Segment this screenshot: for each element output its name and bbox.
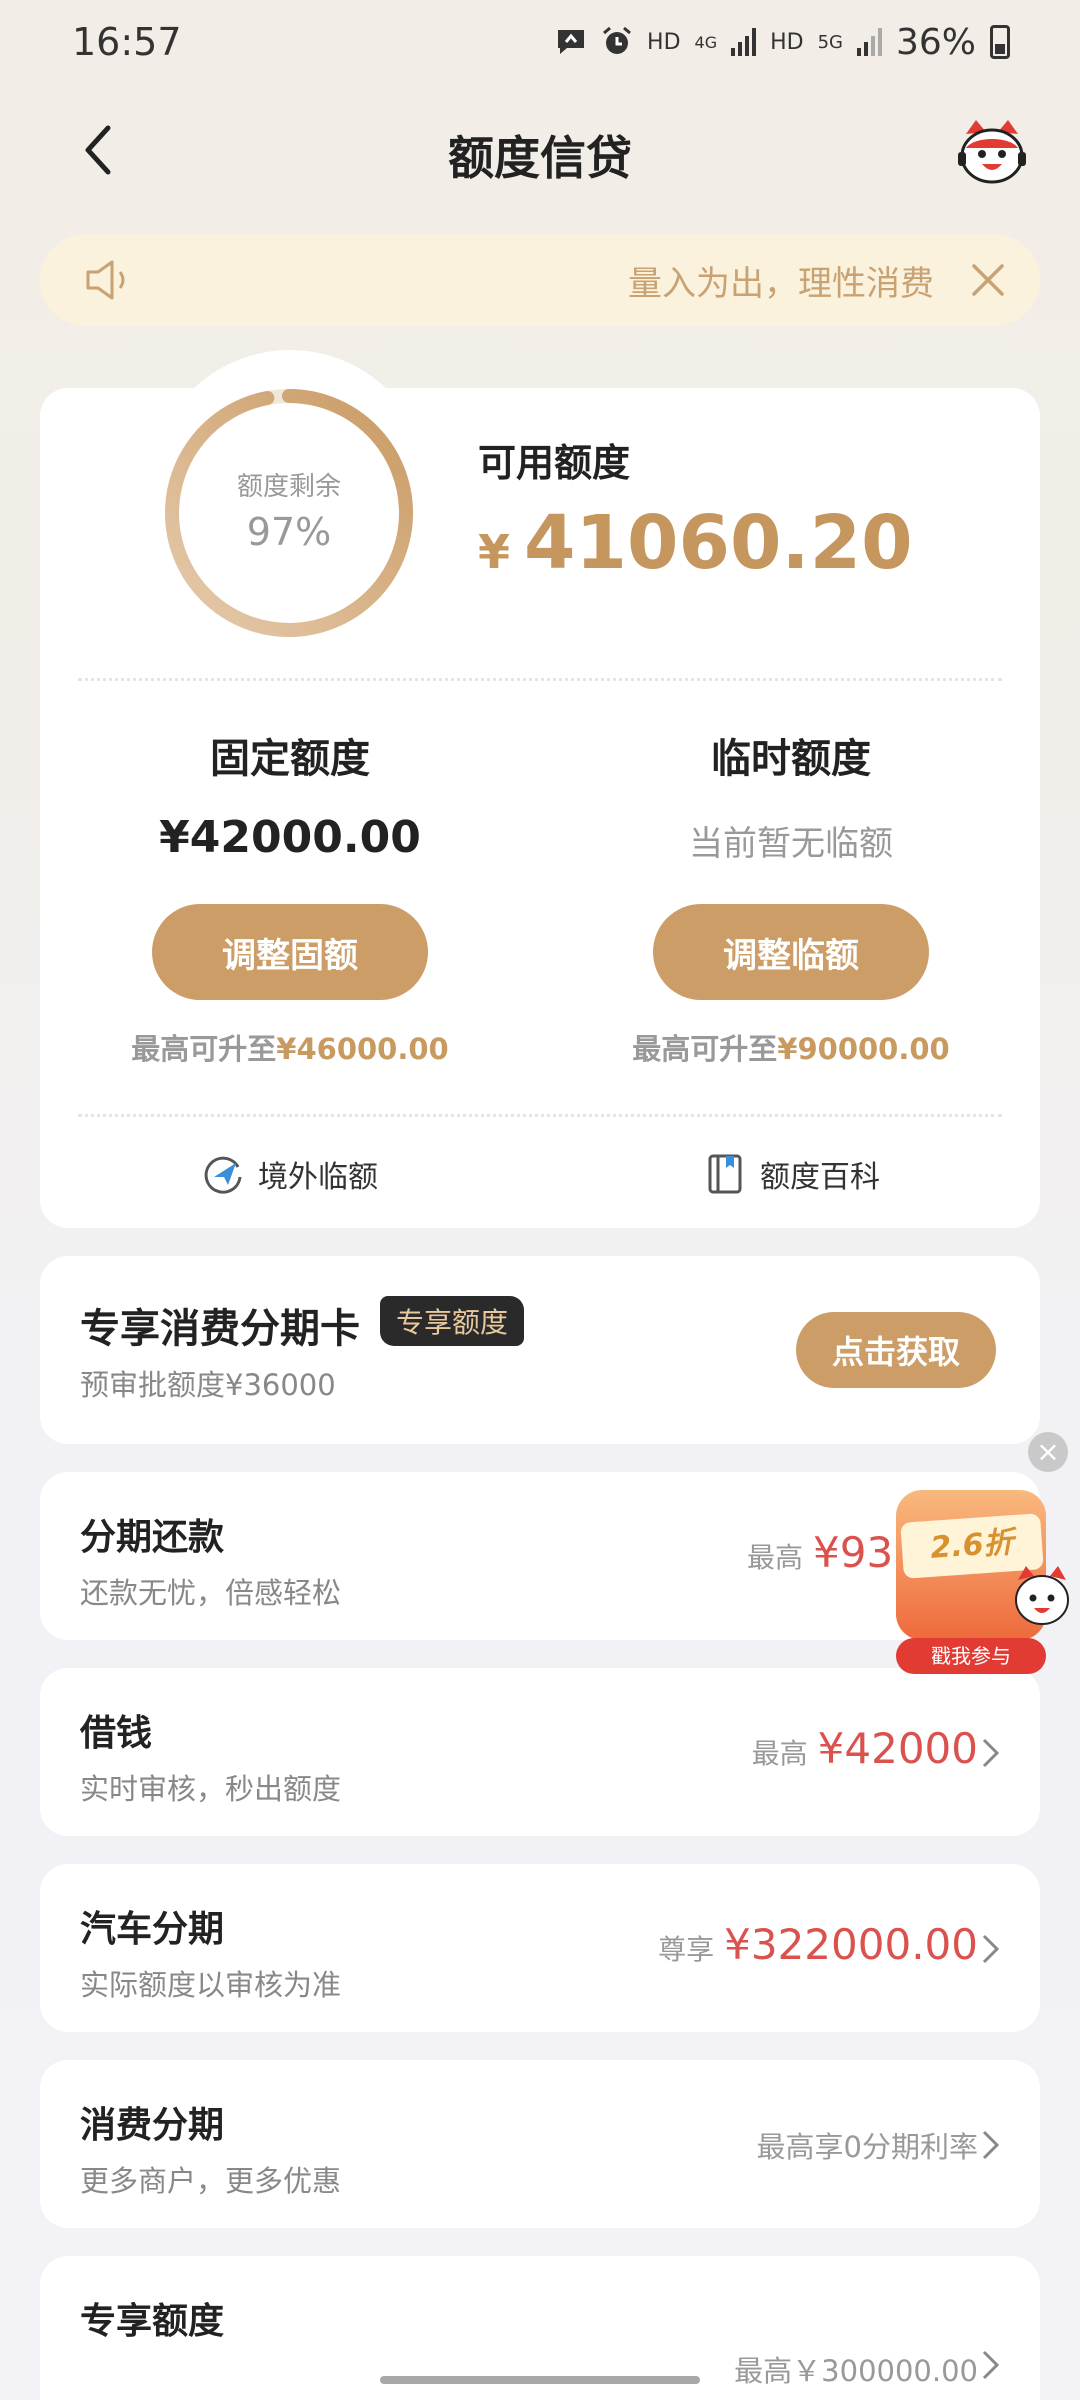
plane-globe-icon (204, 1156, 242, 1194)
credit-wiki-label: 额度百科 (760, 1160, 880, 1195)
signal-icon-2 (856, 28, 882, 56)
service-value: 最高享0分期利率 (757, 2124, 978, 2166)
fixed-max-text: 最高可升至¥46000.00 (90, 1026, 490, 1068)
fixed-max-value: ¥46000.00 (276, 1032, 449, 1066)
adjust-fixed-limit-button[interactable]: 调整固额 (152, 904, 428, 1000)
chevron-right-icon (982, 1738, 1000, 1768)
service-value: 尊享 ¥322000.00 (658, 1920, 978, 1969)
status-time: 16:57 (72, 20, 182, 64)
notice-text: 量入为出，理性消费 (628, 264, 934, 304)
service-row-borrow[interactable]: 借钱 实时审核，秒出额度 最高 ¥42000 (40, 1668, 1040, 1836)
service-value-prefix: 尊享 (658, 1933, 715, 1966)
service-value-amount: ¥42000 (817, 1724, 978, 1773)
service-title: 消费分期 (80, 2105, 225, 2146)
signal-icon-1 (731, 28, 757, 56)
currency-symbol: ¥ (478, 525, 511, 579)
page-title: 额度信贷 (448, 131, 632, 185)
available-credit-amount: ¥41060.20 (478, 500, 913, 586)
temp-max-text: 最高可升至¥90000.00 (591, 1026, 991, 1068)
service-row-car-installment[interactable]: 汽车分期 实际额度以审核为准 尊享 ¥322000.00 (40, 1864, 1040, 2032)
status-bar: 16:57 HD 4G HD 5G 36% (0, 0, 1080, 84)
service-subtitle: 实时审核，秒出额度 (80, 1772, 342, 1806)
nav-bar: 额度信贷 (0, 100, 1080, 200)
temp-limit-title: 临时额度 (711, 736, 871, 782)
fixed-limit-amount: ¥42000.00 (159, 812, 421, 863)
temp-max-value: ¥90000.00 (777, 1032, 950, 1066)
cat-mascot-icon (1015, 1566, 1069, 1625)
service-value: 最高 ¥42000 (752, 1724, 978, 1773)
credit-wiki-link[interactable]: 额度百科 (704, 1152, 880, 1196)
status-icons: HD 4G HD 5G 36% (555, 22, 1010, 63)
service-title: 汽车分期 (80, 1909, 225, 1950)
network-5g-label: 5G (817, 31, 843, 53)
chevron-right-icon (982, 2130, 1000, 2160)
fixed-max-prefix: 最高可升至 (131, 1032, 277, 1066)
service-title: 借钱 (80, 1713, 153, 1754)
speaker-icon (86, 260, 125, 300)
service-value-amount: ¥322000.00 (724, 1920, 978, 1969)
exclusive-tag: 专享额度 (380, 1296, 525, 1346)
temp-limit-status: 当前暂无临额 (689, 824, 893, 864)
divider (78, 1114, 1002, 1117)
service-subtitle: 实际额度以审核为准 (80, 1968, 342, 2002)
divider (78, 678, 1002, 681)
close-icon[interactable] (966, 258, 1010, 302)
service-value: 最高￥300000.00 (734, 2348, 978, 2390)
get-card-button[interactable]: 点击获取 (796, 1312, 996, 1388)
service-title: 分期还款 (80, 1517, 225, 1558)
service-value-text: 最高￥300000.00 (734, 2354, 978, 2388)
overseas-limit-label: 境外临额 (258, 1160, 378, 1195)
service-value-prefix: 最高 (751, 1737, 808, 1770)
mascot-icon[interactable] (952, 112, 1032, 192)
alarm-icon (603, 26, 631, 54)
promo-close-icon[interactable]: × (1028, 1432, 1068, 1472)
notice-banner: 量入为出，理性消费 (40, 234, 1040, 326)
overseas-limit-link[interactable]: 境外临额 (202, 1152, 378, 1196)
message-icon (558, 30, 585, 54)
installment-card-title: 专享消费分期卡 (80, 1306, 360, 1352)
battery-icon (990, 25, 1010, 59)
service-value-text: 最高享0分期利率 (756, 2130, 978, 2164)
fixed-limit-title: 固定额度 (210, 736, 370, 782)
home-indicator[interactable] (380, 2376, 700, 2384)
ring-percent: 97% (246, 510, 332, 554)
installment-card-promo[interactable]: 专享消费分期卡 专享额度 预审批额度¥36000 点击获取 (40, 1256, 1040, 1444)
promo-cta[interactable]: 戳我参与 (896, 1638, 1046, 1674)
hd-label-1: HD (647, 29, 681, 55)
chevron-right-icon (982, 2350, 1000, 2380)
temp-max-prefix: 最高可升至 (632, 1032, 778, 1066)
network-4g-label: 4G (694, 32, 718, 52)
service-value-prefix: 最高 (747, 1541, 804, 1574)
available-amount-value: 41060.20 (524, 500, 913, 586)
hd-label-2: HD (770, 29, 804, 55)
service-title: 专享额度 (80, 2301, 225, 2342)
service-subtitle: 还款无忧，倍感轻松 (80, 1576, 342, 1610)
chevron-right-icon (982, 1934, 1000, 1964)
battery-percent: 36% (895, 21, 976, 63)
adjust-temp-limit-button[interactable]: 调整临额 (653, 904, 929, 1000)
installment-card-subtitle: 预审批额度¥36000 (80, 1368, 336, 1402)
service-subtitle: 更多商户，更多优惠 (80, 2164, 342, 2198)
ring-label: 额度剩余 (236, 472, 341, 502)
available-credit-label: 可用额度 (478, 441, 631, 485)
book-icon (708, 1154, 742, 1194)
service-row-consumer-installment[interactable]: 消费分期 更多商户，更多优惠 最高享0分期利率 (40, 2060, 1040, 2228)
